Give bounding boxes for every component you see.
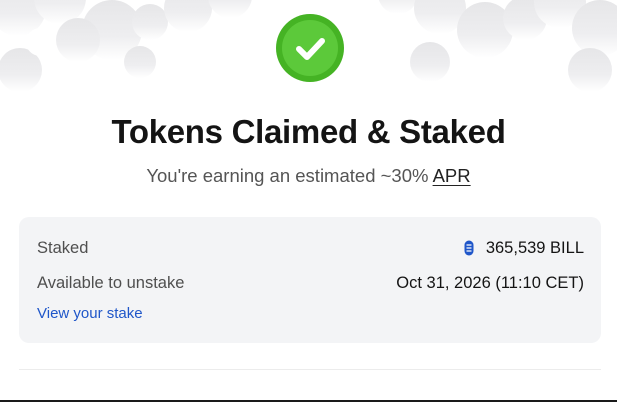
staked-value-wrapper: 365,539 BILL [464,239,584,258]
apr-link[interactable]: APR [433,165,471,186]
unstake-row: Available to unstake Oct 31, 2026 (11:10… [37,271,584,295]
view-stake-link[interactable]: View your stake [37,305,143,322]
apr-subtitle-text: You're earning an estimated ~30% [146,165,433,186]
staked-value: 365,539 BILL [485,238,584,257]
unstake-value: Oct 31, 2026 (11:10 CET) [396,273,584,292]
apr-subtitle: You're earning an estimated ~30% APR [0,164,617,188]
stake-info-card: Staked 365,539 BILL Available to unstake… [19,217,601,343]
staked-row: Staked 365,539 BILL [37,236,584,260]
success-checkmark-icon [276,14,344,82]
page-title: Tokens Claimed & Staked [111,113,506,150]
unstake-label: Available to unstake [37,273,185,292]
section-divider [19,369,601,370]
claim-success-page: Tokens Claimed & Staked You're earning a… [0,0,617,402]
staked-label: Staked [37,238,89,257]
bill-token-icon [464,240,474,256]
